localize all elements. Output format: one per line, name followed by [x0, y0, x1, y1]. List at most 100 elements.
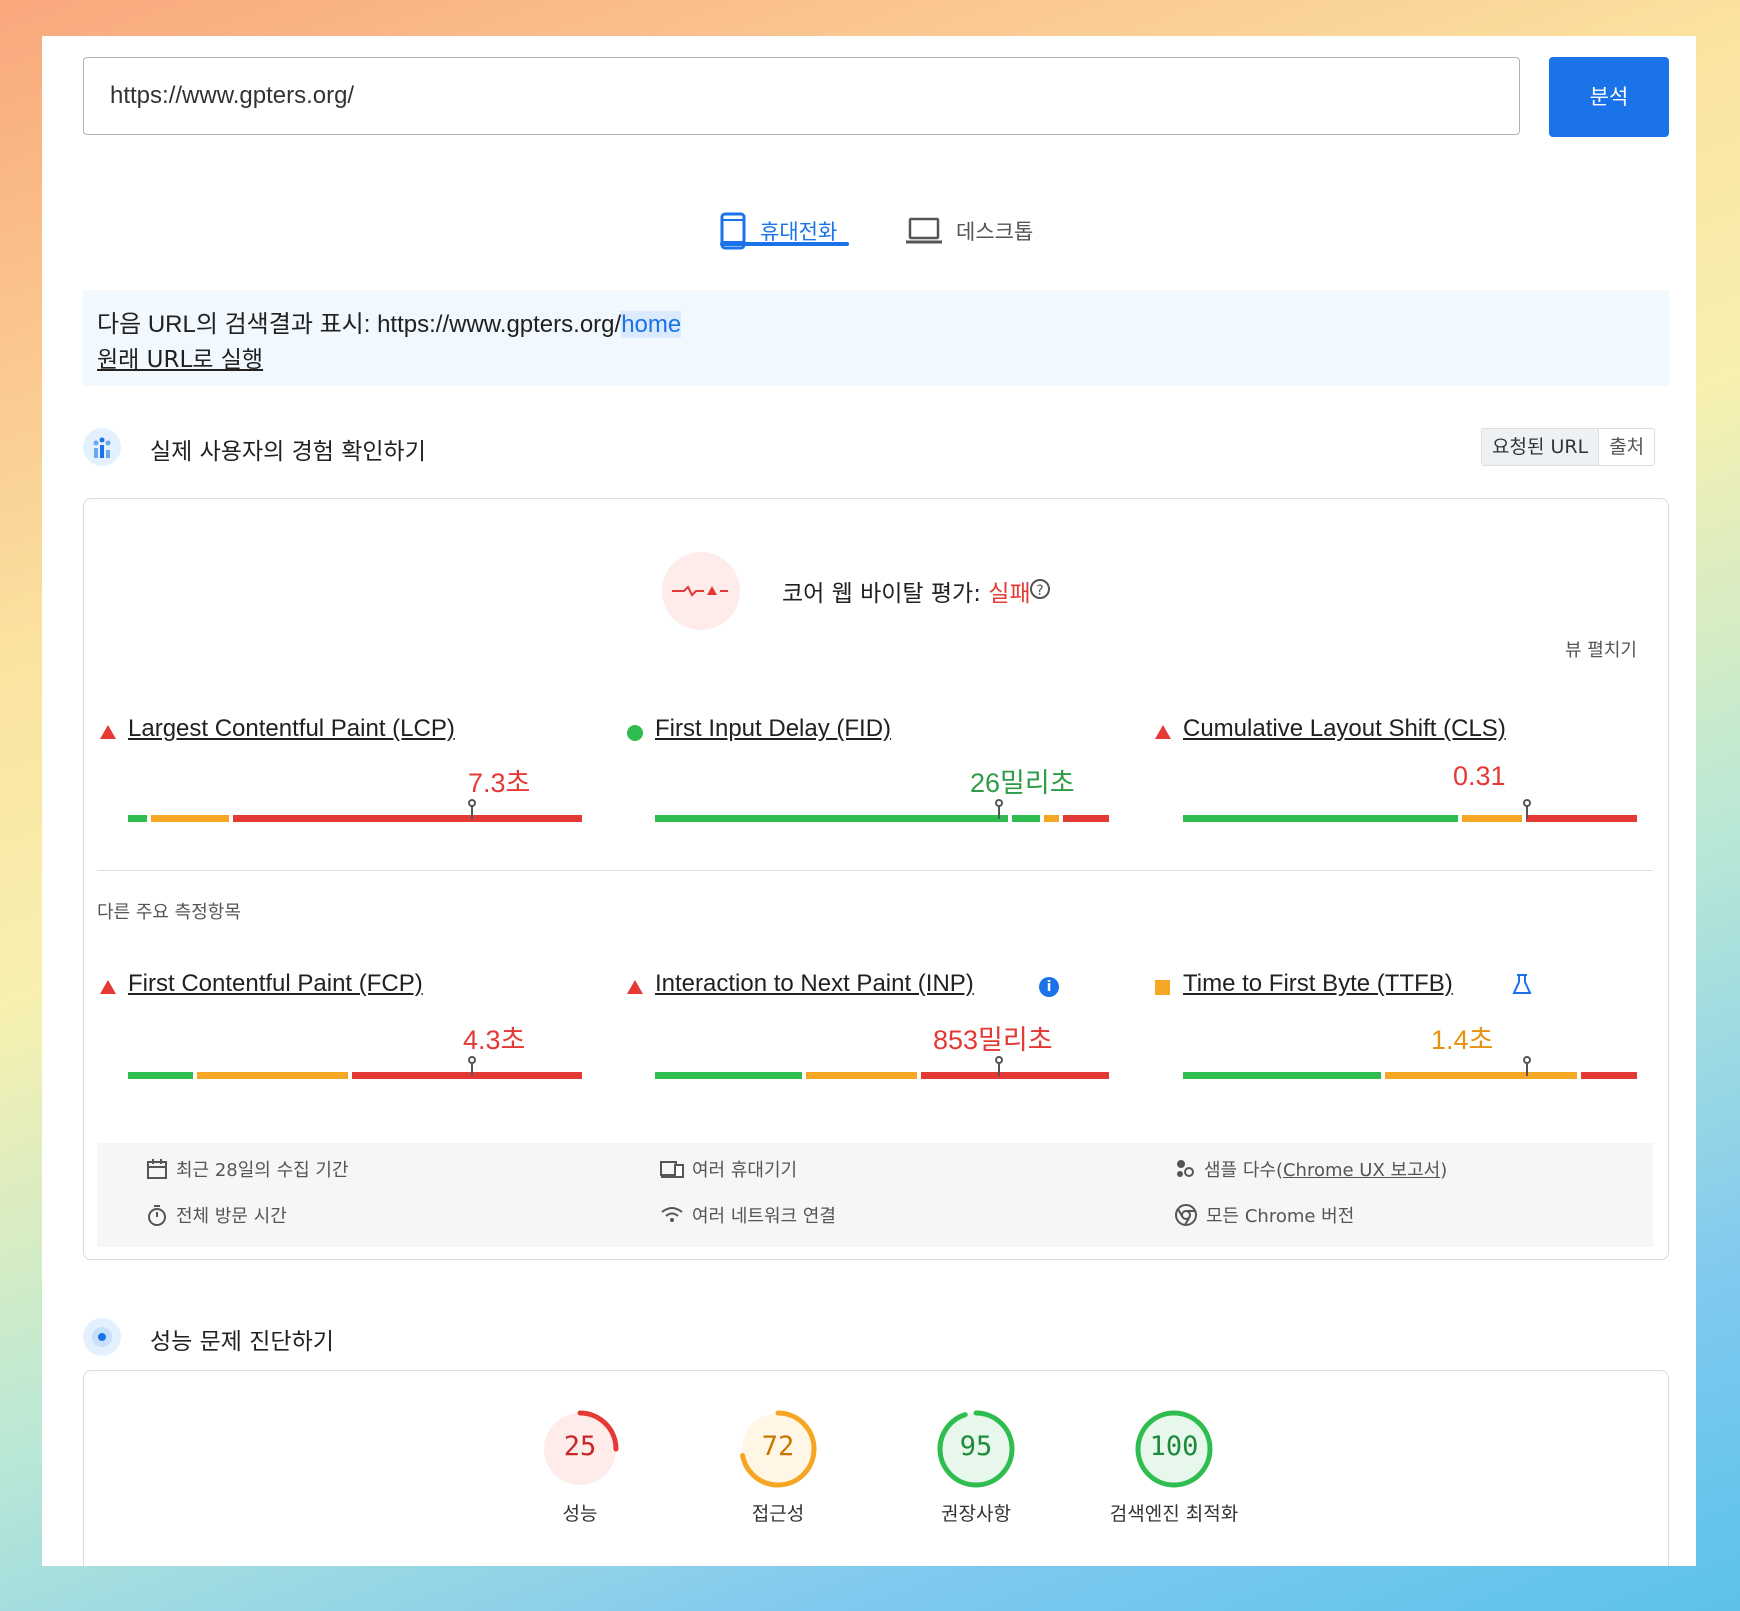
calendar-icon	[147, 1159, 167, 1179]
other-metric-name-3[interactable]: Time to First Byte (TTFB)	[1183, 970, 1453, 998]
score-value-1: 25	[563, 1431, 597, 1462]
users-chart-icon	[93, 437, 111, 458]
bar-segment-good2	[1012, 815, 1041, 822]
bar-segment-good	[128, 1072, 193, 1079]
tab-desktop[interactable]: 데스크톱	[906, 186, 1033, 276]
other-metric-value-1: 4.3초	[463, 1025, 526, 1055]
core-p75-marker-2	[997, 805, 1000, 819]
bar-segment-poor	[1581, 1072, 1637, 1079]
url-origin-toggle[interactable]: 요청된 URL 출처	[1481, 428, 1656, 466]
footer-chrome: 모든 Chrome 버전	[1174, 1202, 1354, 1228]
core-metric-value-1: 7.3초	[468, 768, 531, 798]
laptop-icon	[906, 217, 942, 244]
field-data-icon	[83, 428, 121, 466]
marker-pin-icon	[994, 1056, 1003, 1064]
marker-pin-icon	[467, 1056, 476, 1064]
url-input[interactable]: https://www.gpters.org/	[83, 57, 1520, 135]
analyze-button[interactable]: 분석	[1549, 57, 1669, 137]
score-value-2: 72	[761, 1431, 795, 1462]
info-icon[interactable]: i	[1039, 977, 1059, 997]
other-p75-marker-1	[470, 1062, 473, 1076]
core-status-good-icon	[627, 725, 643, 741]
run-original-url-link[interactable]: 원래 URL로 실행	[97, 340, 263, 374]
cwv-assessment-icon	[662, 552, 740, 630]
footer-duration: 전체 방문 시간	[146, 1202, 287, 1228]
score-label-4: 검색엔진 최적화	[1109, 1503, 1239, 1525]
score-label-3: 권장사항	[941, 1503, 1011, 1525]
toggle-origin[interactable]: 출처	[1599, 429, 1654, 465]
marker-pin-icon	[1522, 1056, 1531, 1064]
tab-desktop-label: 데스크톱	[956, 220, 1034, 244]
footer-network: 여러 네트워크 연결	[660, 1202, 836, 1228]
bar-segment-average	[1462, 815, 1523, 822]
cwv-assessment-text: 코어 웹 바이탈 평가: 실패	[782, 581, 1031, 607]
redirect-highlight: home	[621, 311, 682, 338]
bar-segment-poor	[920, 1072, 1109, 1079]
score-label-2: 접근성	[751, 1503, 805, 1525]
bar-segment-average	[806, 1072, 917, 1079]
core-distribution-bar-2	[655, 815, 1113, 822]
other-metric-name-1[interactable]: First Contentful Paint (FCP)	[128, 970, 423, 998]
core-metric-name-3[interactable]: Cumulative Layout Shift (CLS)	[1183, 715, 1506, 743]
expand-view-button[interactable]: 뷰 펼치기	[1565, 636, 1637, 662]
core-metric-value-3: 0.31	[1453, 761, 1506, 791]
diagnose-title: 성능 문제 진단하기	[150, 1329, 334, 1355]
score-label-1: 성능	[562, 1503, 598, 1525]
marker-pin-icon	[467, 799, 476, 807]
bar-segment-average	[150, 815, 230, 822]
cwv-assessment-status: 실패	[988, 581, 1031, 607]
other-distribution-bar-2	[655, 1072, 1113, 1079]
other-status-average-icon	[1155, 980, 1170, 995]
footer-samples: 샘플 다수(Chrome UX 보고서)	[1174, 1156, 1447, 1182]
stopwatch-icon	[148, 1205, 166, 1226]
bar-segment-average	[1384, 1072, 1578, 1079]
bar-segment-poor	[233, 815, 582, 822]
core-p75-marker-3	[1525, 805, 1528, 819]
bar-segment-good	[655, 1072, 803, 1079]
diagnose-icon	[83, 1318, 121, 1356]
field-data-title: 실제 사용자의 경험 확인하기	[150, 439, 426, 465]
other-status-poor-icon	[627, 980, 643, 994]
footer-period: 최근 28일의 수집 기간	[146, 1156, 349, 1182]
other-metric-value-3: 1.4초	[1431, 1025, 1494, 1055]
other-distribution-bar-1	[128, 1072, 586, 1079]
bar-segment-good	[655, 815, 1009, 822]
wifi-icon	[661, 1207, 683, 1222]
active-tab-indicator	[720, 242, 849, 246]
page-card: https://www.gpters.org/ 분석 휴대전화 데스크톱 다음 …	[42, 36, 1696, 1566]
footer-devices: 여러 휴대기기	[660, 1156, 797, 1182]
core-p75-marker-1	[470, 805, 473, 819]
tab-mobile[interactable]: 휴대전화	[720, 186, 837, 276]
devices-icon	[660, 1161, 684, 1178]
marker-pin-icon	[1522, 799, 1531, 807]
users-icon	[1177, 1160, 1194, 1177]
pulse-icon	[672, 585, 728, 597]
experimental-flask-icon	[1512, 973, 1532, 999]
core-status-poor-icon	[1155, 725, 1171, 739]
bar-segment-good	[128, 815, 147, 822]
core-metric-name-2[interactable]: First Input Delay (FID)	[655, 715, 891, 743]
bar-segment-good	[1183, 1072, 1381, 1079]
chrome-icon	[1175, 1204, 1197, 1226]
score-value-4: 100	[1149, 1431, 1199, 1462]
other-metric-name-2[interactable]: Interaction to Next Paint (INP)	[655, 970, 974, 998]
other-metrics-label: 다른 주요 측정항목	[97, 902, 241, 923]
other-status-poor-icon	[100, 980, 116, 994]
lighthouse-icon	[92, 1327, 112, 1347]
help-icon[interactable]: ?	[1030, 579, 1050, 599]
bar-segment-good	[1183, 815, 1459, 822]
bar-segment-poor	[352, 1072, 582, 1079]
core-metric-value-2: 26밀리초	[970, 768, 1075, 798]
toggle-requested-url[interactable]: 요청된 URL	[1482, 429, 1600, 465]
core-metric-name-1[interactable]: Largest Contentful Paint (LCP)	[128, 715, 455, 743]
bar-segment-poor	[1526, 815, 1637, 822]
metrics-divider	[97, 870, 1653, 871]
other-p75-marker-3	[1525, 1062, 1528, 1076]
other-metric-value-2: 853밀리초	[933, 1025, 1053, 1055]
bar-segment-average	[196, 1072, 349, 1079]
chrome-ux-report-link[interactable]: Chrome UX 보고서	[1283, 1160, 1440, 1181]
other-distribution-bar-3	[1183, 1072, 1641, 1079]
score-panel	[83, 1370, 1669, 1566]
score-value-3: 95	[959, 1431, 993, 1462]
marker-pin-icon	[994, 799, 1003, 807]
